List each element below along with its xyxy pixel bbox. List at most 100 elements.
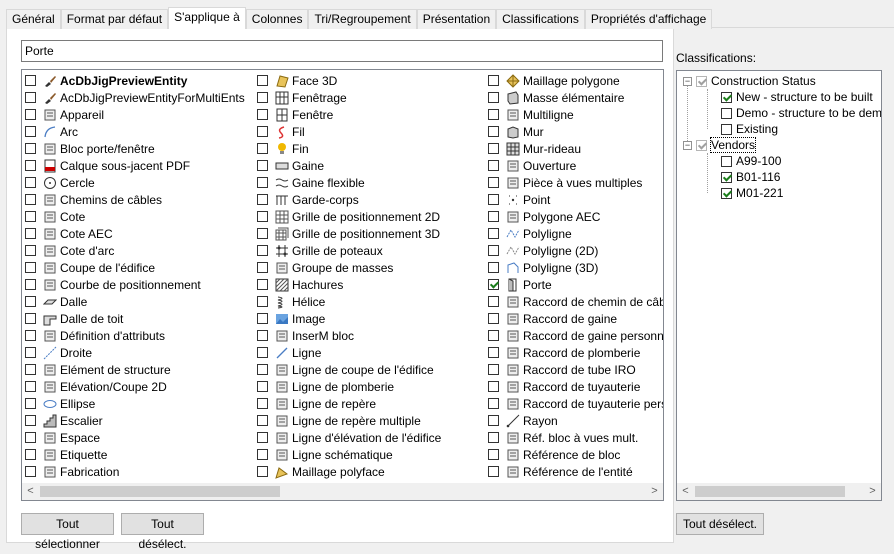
item-checkbox[interactable] xyxy=(25,381,36,392)
tree-item-demo[interactable]: Demo - structure to be demolished xyxy=(721,105,881,121)
list-item[interactable]: Définition d'attributs xyxy=(25,327,258,344)
item-checkbox[interactable] xyxy=(25,177,36,188)
item-checkbox[interactable] xyxy=(257,262,268,273)
item-checkbox[interactable] xyxy=(257,109,268,120)
list-item[interactable]: Porte xyxy=(488,276,663,293)
list-item[interactable]: Gaine xyxy=(257,157,490,174)
list-item[interactable]: Raccord de tuyauterie personnalisé xyxy=(488,395,663,412)
item-checkbox[interactable] xyxy=(488,347,499,358)
item-checkbox[interactable] xyxy=(488,160,499,171)
item-checkbox[interactable] xyxy=(257,466,268,477)
tab-columns[interactable]: Colonnes xyxy=(245,9,309,29)
list-item[interactable]: Ligne de repère multiple xyxy=(257,412,490,429)
item-checkbox[interactable] xyxy=(721,91,732,103)
list-item[interactable]: Calque sous-jacent PDF xyxy=(25,157,258,174)
list-item[interactable]: Polygone AEC xyxy=(488,208,663,225)
tree-group-construction-status[interactable]: − Construction Status xyxy=(683,73,816,89)
item-checkbox[interactable] xyxy=(257,92,268,103)
list-item[interactable]: Mur-rideau xyxy=(488,140,663,157)
item-checkbox[interactable] xyxy=(257,245,268,256)
tab-layout[interactable]: Présentation xyxy=(416,9,497,29)
deselect-all-classifications-button[interactable]: Tout désélect. xyxy=(676,513,764,535)
list-item[interactable]: Ligne schématique xyxy=(257,446,490,463)
list-item[interactable]: Cote d'arc xyxy=(25,242,258,259)
list-item[interactable]: Ligne xyxy=(257,344,490,361)
list-item[interactable]: AcDbJigPreviewEntityForMultiEnts xyxy=(25,89,258,106)
item-checkbox[interactable] xyxy=(257,194,268,205)
scroll-thumb[interactable] xyxy=(695,486,845,497)
item-checkbox[interactable] xyxy=(25,415,36,426)
list-item[interactable]: Hélice xyxy=(257,293,490,310)
item-checkbox[interactable] xyxy=(257,143,268,154)
list-item[interactable]: Cote xyxy=(25,208,258,225)
list-item[interactable]: Grille de positionnement 3D xyxy=(257,225,490,242)
item-checkbox[interactable] xyxy=(25,466,36,477)
item-checkbox[interactable] xyxy=(721,155,732,167)
list-item[interactable]: Ellipse xyxy=(25,395,258,412)
tree-item-m01-221[interactable]: M01-221 xyxy=(721,185,783,201)
item-checkbox[interactable] xyxy=(257,296,268,307)
list-item[interactable]: Maillage polygone xyxy=(488,72,663,89)
list-item[interactable]: Coupe de l'édifice xyxy=(25,259,258,276)
item-checkbox[interactable] xyxy=(257,432,268,443)
list-item[interactable]: Réf. bloc à vues mult. xyxy=(488,429,663,446)
list-item[interactable]: Gaine flexible xyxy=(257,174,490,191)
list-item[interactable]: Cote AEC xyxy=(25,225,258,242)
list-item[interactable]: Multiligne xyxy=(488,106,663,123)
item-checkbox[interactable] xyxy=(488,262,499,273)
list-item[interactable]: Masse élémentaire xyxy=(488,89,663,106)
item-checkbox[interactable] xyxy=(25,262,36,273)
item-checkbox[interactable] xyxy=(488,211,499,222)
list-item[interactable]: Dalle xyxy=(25,293,258,310)
item-checkbox[interactable] xyxy=(488,449,499,460)
item-checkbox[interactable] xyxy=(257,398,268,409)
item-checkbox[interactable] xyxy=(257,75,268,86)
item-checkbox[interactable] xyxy=(488,245,499,256)
select-all-button[interactable]: Tout sélectionner xyxy=(21,513,114,551)
list-item[interactable]: Point xyxy=(488,191,663,208)
tree-item-b01-116[interactable]: B01-116 xyxy=(721,169,780,185)
item-checkbox[interactable] xyxy=(488,109,499,120)
item-checkbox[interactable] xyxy=(257,415,268,426)
group-checkbox[interactable] xyxy=(696,75,707,87)
collapse-icon[interactable]: − xyxy=(683,140,692,150)
scroll-left-icon[interactable]: < xyxy=(22,483,39,500)
item-checkbox[interactable] xyxy=(721,171,732,183)
tab-default-format[interactable]: Format par défaut xyxy=(60,9,169,29)
list-item[interactable]: Dalle de toit xyxy=(25,310,258,327)
item-checkbox[interactable] xyxy=(25,313,36,324)
scroll-thumb[interactable] xyxy=(40,486,280,497)
item-checkbox[interactable] xyxy=(25,109,36,120)
tree-horizontal-scrollbar[interactable]: < > xyxy=(677,483,881,500)
item-checkbox[interactable] xyxy=(257,126,268,137)
item-checkbox[interactable] xyxy=(488,415,499,426)
list-item[interactable]: Cercle xyxy=(25,174,258,191)
list-item[interactable]: Image xyxy=(257,310,490,327)
item-checkbox[interactable] xyxy=(257,160,268,171)
item-checkbox[interactable] xyxy=(721,123,732,135)
item-checkbox[interactable] xyxy=(488,381,499,392)
list-item[interactable]: Bloc porte/fenêtre xyxy=(25,140,258,157)
item-checkbox[interactable] xyxy=(721,107,732,119)
tab-display-properties[interactable]: Propriétés d'affichage xyxy=(584,9,713,29)
list-item[interactable]: Ligne de plomberie xyxy=(257,378,490,395)
list-item[interactable]: Groupe de masses xyxy=(257,259,490,276)
item-checkbox[interactable] xyxy=(25,92,36,103)
item-checkbox[interactable] xyxy=(488,296,499,307)
list-item[interactable]: Etiquette xyxy=(25,446,258,463)
list-item[interactable]: Raccord de plomberie xyxy=(488,344,663,361)
tree-item-existing[interactable]: Existing xyxy=(721,121,778,137)
tab-sorting-grouping[interactable]: Tri/Regroupement xyxy=(308,9,417,29)
item-checkbox[interactable] xyxy=(257,330,268,341)
item-checkbox[interactable] xyxy=(488,398,499,409)
tab-classifications[interactable]: Classifications xyxy=(496,9,585,29)
item-checkbox[interactable] xyxy=(488,177,499,188)
list-item[interactable]: Ouverture xyxy=(488,157,663,174)
item-checkbox[interactable] xyxy=(257,228,268,239)
item-checkbox[interactable] xyxy=(488,143,499,154)
item-checkbox[interactable] xyxy=(257,211,268,222)
item-checkbox[interactable] xyxy=(25,398,36,409)
item-checkbox[interactable] xyxy=(25,296,36,307)
list-item[interactable]: Grille de poteaux xyxy=(257,242,490,259)
item-checkbox[interactable] xyxy=(25,75,36,86)
